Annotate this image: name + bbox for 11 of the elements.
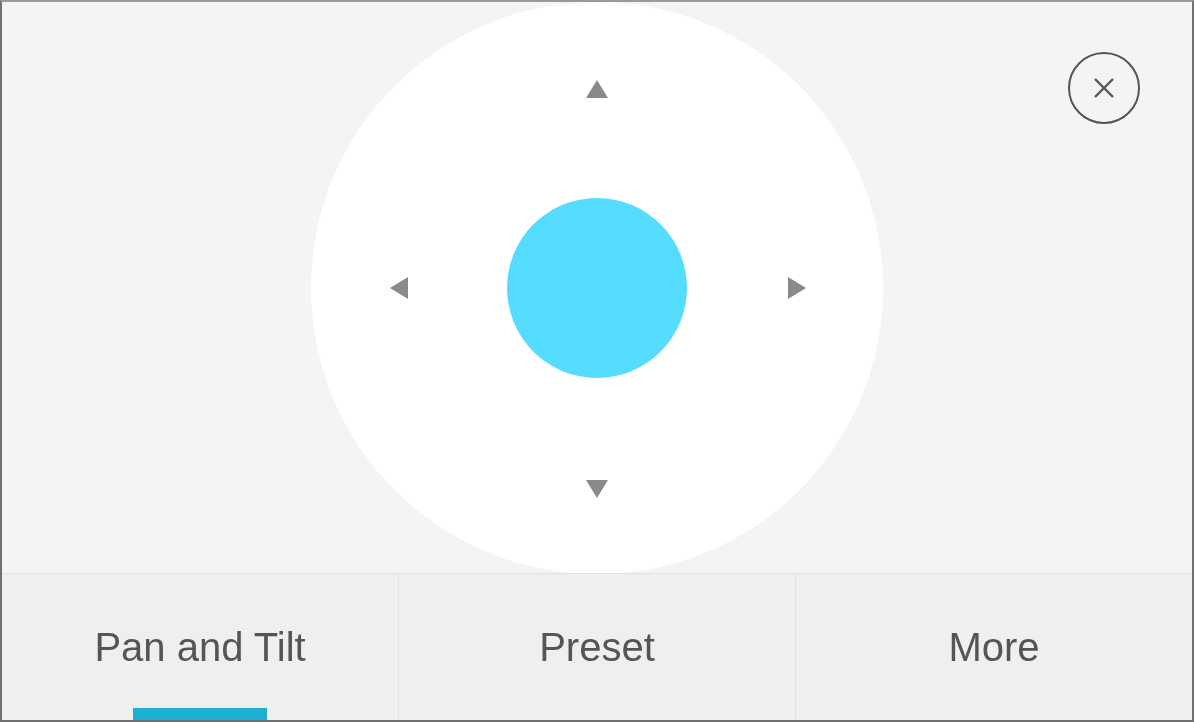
pan-up-button[interactable] bbox=[585, 78, 609, 100]
pan-down-button[interactable] bbox=[585, 478, 609, 500]
triangle-icon bbox=[585, 478, 609, 500]
close-button[interactable] bbox=[1068, 52, 1140, 124]
close-icon bbox=[1092, 76, 1116, 100]
triangle-icon bbox=[585, 78, 609, 100]
tab[interactable]: Pan and Tilt bbox=[2, 574, 399, 720]
tab[interactable]: Preset bbox=[399, 574, 796, 720]
triangle-icon bbox=[786, 276, 808, 300]
tab[interactable]: More bbox=[796, 574, 1192, 720]
triangle-icon bbox=[388, 276, 410, 300]
